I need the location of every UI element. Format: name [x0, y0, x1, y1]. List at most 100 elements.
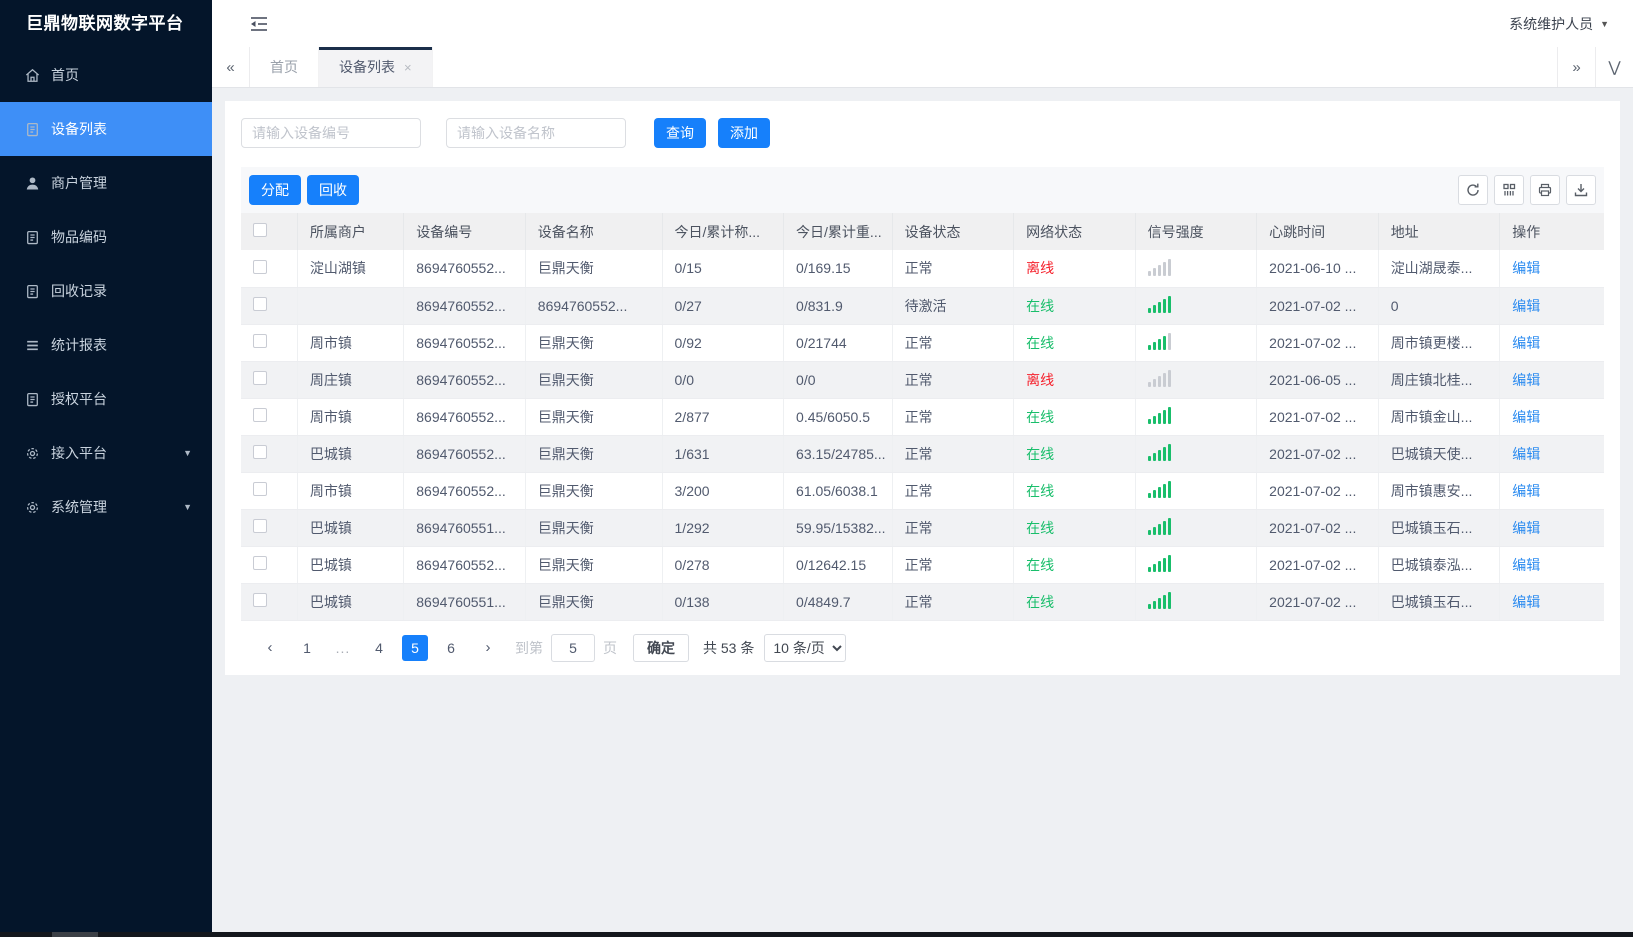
edit-link[interactable]: 编辑 [1512, 557, 1540, 573]
jump-page-input[interactable] [551, 633, 595, 662]
recycle-button[interactable]: 回收 [307, 175, 359, 205]
sidebar-item-label: 授权平台 [51, 391, 107, 407]
tabs-scroll-right-icon[interactable]: » [1557, 47, 1595, 87]
edit-link[interactable]: 编辑 [1512, 483, 1540, 499]
close-tab-icon[interactable]: × [404, 61, 412, 74]
sidebar: 巨鼎物联网数字平台 首页 设备列表 商户管理 物品编码 回收记录 统计报表 授权平台 接入平台… [0, 0, 212, 937]
edit-link[interactable]: 编辑 [1512, 594, 1540, 610]
row-checkbox[interactable] [253, 259, 267, 274]
query-button[interactable]: 查询 [654, 118, 706, 148]
gear-icon [24, 445, 41, 462]
next-page-button[interactable]: › [475, 635, 501, 661]
refresh-icon[interactable] [1458, 175, 1488, 205]
content: 查询 添加 分配 回收 [212, 88, 1633, 937]
signal-strength-icon [1147, 443, 1171, 461]
sidebar-item-statistics-report[interactable]: 统计报表 [0, 318, 212, 372]
signal-strength-icon [1147, 369, 1171, 387]
column-header: 网络状态 [1013, 213, 1136, 250]
user-menu[interactable]: 系统维护人员 ▼ [1509, 14, 1609, 34]
tab-device-list[interactable]: 设备列表 × [319, 47, 433, 87]
sidebar-item-merchant-management[interactable]: 商户管理 [0, 156, 212, 210]
edit-link[interactable]: 编辑 [1512, 260, 1540, 276]
tabs-bar: « 首页 设备列表 × » ⋁ [212, 47, 1633, 88]
device-name-input[interactable] [446, 118, 626, 148]
tab-home[interactable]: 首页 [250, 47, 319, 87]
jump-unit-label: 页 [603, 639, 617, 656]
sidebar-item-label: 统计报表 [51, 337, 107, 353]
assign-button[interactable]: 分配 [249, 175, 301, 205]
table-row: 巴城镇 8694760552... 巨鼎天衡 0/278 0/12642.15 正常 在线 2… [241, 546, 1604, 584]
table-row: 淀山湖镇 8694760552... 巨鼎天衡 0/15 0/169.15 正常 离线 202… [241, 250, 1604, 288]
network-status: 在线 [1026, 334, 1055, 351]
signal-strength-icon [1147, 295, 1171, 313]
sidebar-item-authorization-platform[interactable]: 授权平台 [0, 372, 212, 426]
edit-link[interactable]: 编辑 [1512, 372, 1540, 388]
signal-strength-icon [1147, 480, 1171, 498]
row-checkbox[interactable] [253, 593, 267, 607]
column-header: 设备状态 [892, 213, 1015, 250]
edit-link[interactable]: 编辑 [1512, 520, 1540, 536]
page-number-4[interactable]: 4 [366, 635, 392, 661]
row-checkbox[interactable] [253, 482, 267, 496]
device-table: 所属商户 设备编号 设备名称 今日/累计称... 今日/累计重... 设备状态 网络状态 信号… [241, 213, 1604, 621]
row-checkbox[interactable] [253, 519, 267, 533]
collapse-sidebar-icon[interactable] [248, 14, 270, 34]
bottom-strip [0, 932, 1633, 937]
document-icon [24, 121, 41, 138]
edit-link[interactable]: 编辑 [1512, 446, 1540, 462]
page-size-select[interactable]: 10 条/页 [764, 633, 847, 662]
row-checkbox[interactable] [253, 371, 267, 385]
network-status: 在线 [1026, 408, 1055, 425]
sidebar-item-label: 接入平台 [51, 445, 107, 461]
bottom-strip-segment [52, 932, 98, 937]
sidebar-item-home[interactable]: 首页 [0, 48, 212, 102]
column-header: 所属商户 [297, 213, 405, 250]
row-checkbox[interactable] [253, 334, 267, 348]
prev-page-button[interactable]: ‹ [257, 635, 283, 661]
tabs-menu-chevron-icon[interactable]: ⋁ [1595, 47, 1633, 87]
select-all-checkbox[interactable] [253, 223, 267, 237]
print-icon[interactable] [1530, 175, 1560, 205]
column-header: 今日/累计称... [662, 213, 785, 250]
table-row: 巴城镇 8694760552... 巨鼎天衡 1/631 63.15/24785... 正… [241, 435, 1604, 473]
sidebar-item-label: 商户管理 [51, 175, 107, 191]
user-name: 系统维护人员 [1509, 15, 1594, 32]
sidebar-item-label: 设备列表 [51, 121, 107, 137]
gear-icon [24, 499, 41, 516]
tabs: 首页 设备列表 × [250, 47, 1557, 87]
device-no-input[interactable] [241, 118, 421, 148]
table-row: 周庄镇 8694760552... 巨鼎天衡 0/0 0/0 正常 离线 2021-06-05… [241, 361, 1604, 399]
page-number-1[interactable]: 1 [294, 635, 320, 661]
sidebar-item-item-coding[interactable]: 物品编码 [0, 210, 212, 264]
page-number-6[interactable]: 6 [438, 635, 464, 661]
tab-label: 设备列表 [339, 59, 395, 75]
tabs-scroll-left-icon[interactable]: « [212, 47, 250, 87]
row-checkbox[interactable] [253, 408, 267, 422]
sidebar-item-label: 首页 [51, 67, 79, 83]
signal-strength-icon [1147, 258, 1171, 276]
confirm-button[interactable]: 确定 [633, 633, 689, 662]
sidebar-item-system-management[interactable]: 系统管理 ▼ [0, 480, 212, 534]
table-row: 巴城镇 8694760551... 巨鼎天衡 0/138 0/4849.7 正常 在线 202… [241, 583, 1604, 621]
row-checkbox[interactable] [253, 297, 267, 311]
sidebar-item-label: 物品编码 [51, 229, 107, 245]
row-checkbox[interactable] [253, 445, 267, 459]
network-status: 离线 [1026, 260, 1055, 277]
row-checkbox[interactable] [253, 556, 267, 570]
table-row: 周市镇 8694760552... 巨鼎天衡 0/92 0/21744 正常 在线 2021-… [241, 324, 1604, 362]
signal-strength-icon [1147, 591, 1171, 609]
sidebar-item-recycle-records[interactable]: 回收记录 [0, 264, 212, 318]
jump-label: 到第 [515, 639, 543, 656]
sidebar-item-access-platform[interactable]: 接入平台 ▼ [0, 426, 212, 480]
edit-link[interactable]: 编辑 [1512, 409, 1540, 425]
table-row: 8694760552... 8694760552... 0/27 0/831.9 待激活… [241, 287, 1604, 325]
document-icon [24, 391, 41, 408]
page-number-5[interactable]: 5 [402, 634, 428, 661]
edit-link[interactable]: 编辑 [1512, 298, 1540, 314]
sidebar-item-device-list[interactable]: 设备列表 [0, 102, 212, 156]
add-button[interactable]: 添加 [718, 118, 770, 148]
edit-link[interactable]: 编辑 [1512, 335, 1540, 351]
caret-down-icon: ▼ [1600, 18, 1609, 29]
column-settings-icon[interactable] [1494, 175, 1524, 205]
export-icon[interactable] [1566, 175, 1596, 205]
